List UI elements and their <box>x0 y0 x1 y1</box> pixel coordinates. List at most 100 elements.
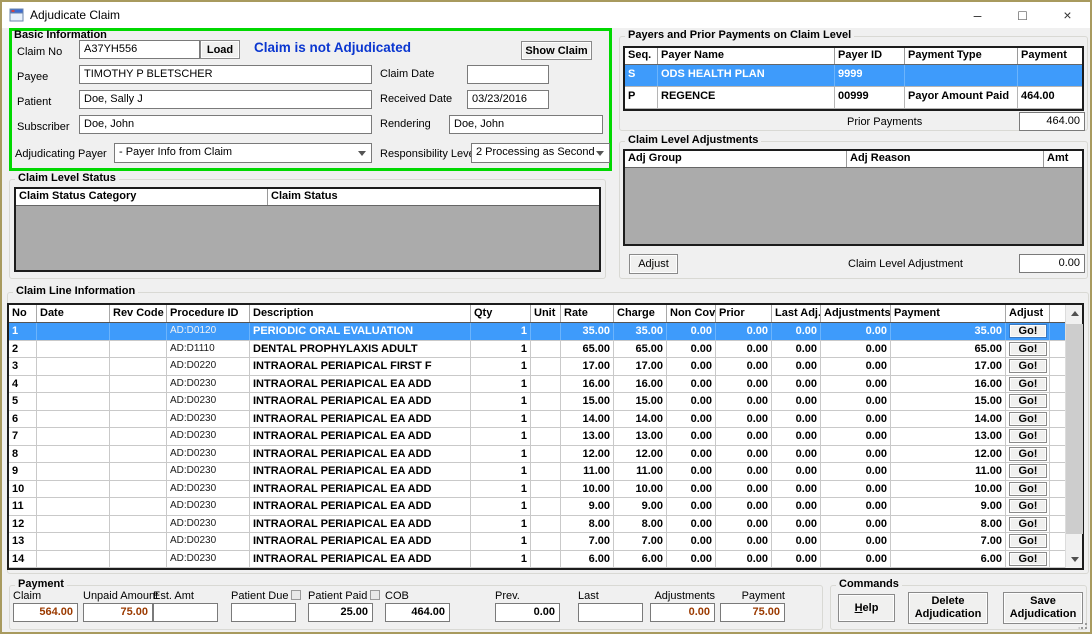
claim-no-input[interactable]: A37YH556 <box>79 40 200 59</box>
claim-line-cell-qty: 1 <box>471 481 531 498</box>
go-button[interactable]: Go! <box>1009 429 1047 443</box>
claim-input[interactable]: 564.00 <box>13 603 78 622</box>
claim-line-cell-rate: 9.00 <box>561 498 614 515</box>
go-button[interactable]: Go! <box>1009 464 1047 478</box>
claim-line-row[interactable]: 13AD:D0230INTRAORAL PERIAPICAL EA ADD17.… <box>9 533 1065 551</box>
payer-cell-id: 00999 <box>835 87 905 108</box>
claim-line-cell-qty: 1 <box>471 463 531 480</box>
status-table-body <box>16 206 599 270</box>
claim-line-row[interactable]: 4AD:D0230INTRAORAL PERIAPICAL EA ADD116.… <box>9 376 1065 394</box>
patient-due-input[interactable] <box>231 603 296 622</box>
claim-line-cell-payment: 35.00 <box>891 323 1006 340</box>
adjustments-input[interactable]: 0.00 <box>650 603 715 622</box>
claim-line-cell-prior: 0.00 <box>716 481 772 498</box>
payment-field-label: COB <box>385 590 450 603</box>
claim-line-row[interactable]: 11AD:D0230INTRAORAL PERIAPICAL EA ADD19.… <box>9 498 1065 516</box>
payer-row[interactable]: PREGENCE00999Payor Amount Paid464.00 <box>625 87 1082 109</box>
claim-line-cell-date <box>37 551 110 568</box>
scroll-down-icon[interactable] <box>1066 551 1083 568</box>
claim-line-row[interactable]: 3AD:D0220INTRAORAL PERIAPICAL FIRST F117… <box>9 358 1065 376</box>
payer-row[interactable]: SODS HEALTH PLAN9999 <box>625 65 1082 87</box>
save-adjudication-button[interactable]: SaveAdjudication <box>1003 592 1083 624</box>
help-button[interactable]: Help <box>838 594 895 622</box>
claim-line-cell-prior: 0.00 <box>716 411 772 428</box>
resize-grip[interactable] <box>1078 620 1088 630</box>
claim-line-cell-rev-code <box>110 481 167 498</box>
cob-input[interactable]: 464.00 <box>385 603 450 622</box>
go-button[interactable]: Go! <box>1009 482 1047 496</box>
patient-paid-checkbox[interactable] <box>370 590 380 600</box>
show-claim-button[interactable]: Show Claim <box>521 41 592 60</box>
go-button[interactable]: Go! <box>1009 394 1047 408</box>
status-table-header: Claim Status CategoryClaim Status <box>16 189 599 206</box>
subscriber-input[interactable]: Doe, John <box>79 115 372 134</box>
maximize-icon[interactable]: □ <box>1000 2 1045 28</box>
patient-input[interactable]: Doe, Sally J <box>79 90 372 109</box>
last-input[interactable] <box>578 603 643 622</box>
adjust-button[interactable]: Adjust <box>629 254 678 274</box>
unpaid-input[interactable]: 75.00 <box>83 603 153 622</box>
claim-line-cell-unit <box>531 533 561 550</box>
go-button[interactable]: Go! <box>1009 534 1047 548</box>
claim-line-cell-procedure-id: AD:D0230 <box>167 498 250 515</box>
claim-line-cell-payment: 6.00 <box>891 551 1006 568</box>
claim-line-cell-rate: 11.00 <box>561 463 614 480</box>
claim-line-row[interactable]: 8AD:D0230INTRAORAL PERIAPICAL EA ADD112.… <box>9 446 1065 464</box>
vertical-scrollbar[interactable] <box>1065 305 1082 568</box>
go-button[interactable]: Go! <box>1009 359 1047 373</box>
patient-paid-input[interactable]: 25.00 <box>308 603 373 622</box>
go-button[interactable]: Go! <box>1009 499 1047 513</box>
adjudicating-payer-select[interactable]: - Payer Info from Claim <box>114 143 372 163</box>
go-button[interactable]: Go! <box>1009 377 1047 391</box>
claim-level-adjustment-input[interactable]: 0.00 <box>1019 254 1085 273</box>
adjudicating-payer-label: Adjudicating Payer <box>15 148 107 160</box>
responsibility-level-select[interactable]: 2 Processing as Second <box>471 143 610 163</box>
rendering-input[interactable]: Doe, John <box>449 115 603 134</box>
claim-line-cell-description: INTRAORAL PERIAPICAL EA ADD <box>250 533 471 550</box>
claim-line-row[interactable]: 9AD:D0230INTRAORAL PERIAPICAL EA ADD111.… <box>9 463 1065 481</box>
go-button[interactable]: Go! <box>1009 324 1047 338</box>
claim-line-row[interactable]: 1AD:D0120PERIODIC ORAL EVALUATION135.003… <box>9 323 1065 341</box>
column-header-qty: Qty <box>471 305 531 322</box>
claim-line-row[interactable]: 12AD:D0230INTRAORAL PERIAPICAL EA ADD18.… <box>9 516 1065 534</box>
payee-input[interactable]: TIMOTHY P BLETSCHER <box>79 65 372 84</box>
claim-line-row[interactable]: 10AD:D0230INTRAORAL PERIAPICAL EA ADD110… <box>9 481 1065 499</box>
delete-adjudication-button[interactable]: DeleteAdjudication <box>908 592 988 624</box>
prev-input[interactable]: 0.00 <box>495 603 560 622</box>
claim-line-row[interactable]: 6AD:D0230INTRAORAL PERIAPICAL EA ADD114.… <box>9 411 1065 429</box>
claim-line-cell-qty: 1 <box>471 376 531 393</box>
claim-line-cell-qty: 1 <box>471 446 531 463</box>
prior-payments-input[interactable]: 464.00 <box>1019 112 1085 131</box>
claim-line-cell-adjust: Go! <box>1006 393 1050 410</box>
claim-line-row[interactable]: 2AD:D1110DENTAL PROPHYLAXIS ADULT165.006… <box>9 341 1065 359</box>
received-date-input[interactable]: 03/23/2016 <box>467 90 549 109</box>
claim-line-cell-rev-code <box>110 498 167 515</box>
claim-line-cell-procedure-id: AD:D0120 <box>167 323 250 340</box>
go-button[interactable]: Go! <box>1009 552 1047 566</box>
go-button[interactable]: Go! <box>1009 447 1047 461</box>
claim-line-cell-payment: 13.00 <box>891 428 1006 445</box>
claim-line-row[interactable]: 14AD:D0230INTRAORAL PERIAPICAL EA ADD16.… <box>9 551 1065 569</box>
claim-line-row[interactable]: 5AD:D0230INTRAORAL PERIAPICAL EA ADD115.… <box>9 393 1065 411</box>
scrollbar-thumb[interactable] <box>1066 324 1083 534</box>
est-amt-input[interactable] <box>153 603 218 622</box>
load-button[interactable]: Load <box>200 40 240 59</box>
claim-line-row[interactable]: 7AD:D0230INTRAORAL PERIAPICAL EA ADD113.… <box>9 428 1065 446</box>
scroll-up-icon[interactable] <box>1066 305 1083 322</box>
claim-date-input[interactable] <box>467 65 549 84</box>
claim-line-cell-unit <box>531 323 561 340</box>
claim-line-cell-qty: 1 <box>471 516 531 533</box>
claim-line-cell-unit <box>531 358 561 375</box>
patient-due-checkbox[interactable] <box>291 590 301 600</box>
go-button[interactable]: Go! <box>1009 517 1047 531</box>
claim-line-cell-qty: 1 <box>471 498 531 515</box>
close-icon[interactable]: × <box>1045 2 1090 28</box>
payment-input[interactable]: 75.00 <box>720 603 785 622</box>
claim-line-cell-adjust: Go! <box>1006 463 1050 480</box>
go-button[interactable]: Go! <box>1009 342 1047 356</box>
minimize-icon[interactable]: – <box>955 2 1000 28</box>
column-header-adj-group: Adj Group <box>625 151 847 167</box>
claim-line-cell-charge: 15.00 <box>614 393 667 410</box>
go-button[interactable]: Go! <box>1009 412 1047 426</box>
claim-line-cell-adjustments: 0.00 <box>821 358 891 375</box>
